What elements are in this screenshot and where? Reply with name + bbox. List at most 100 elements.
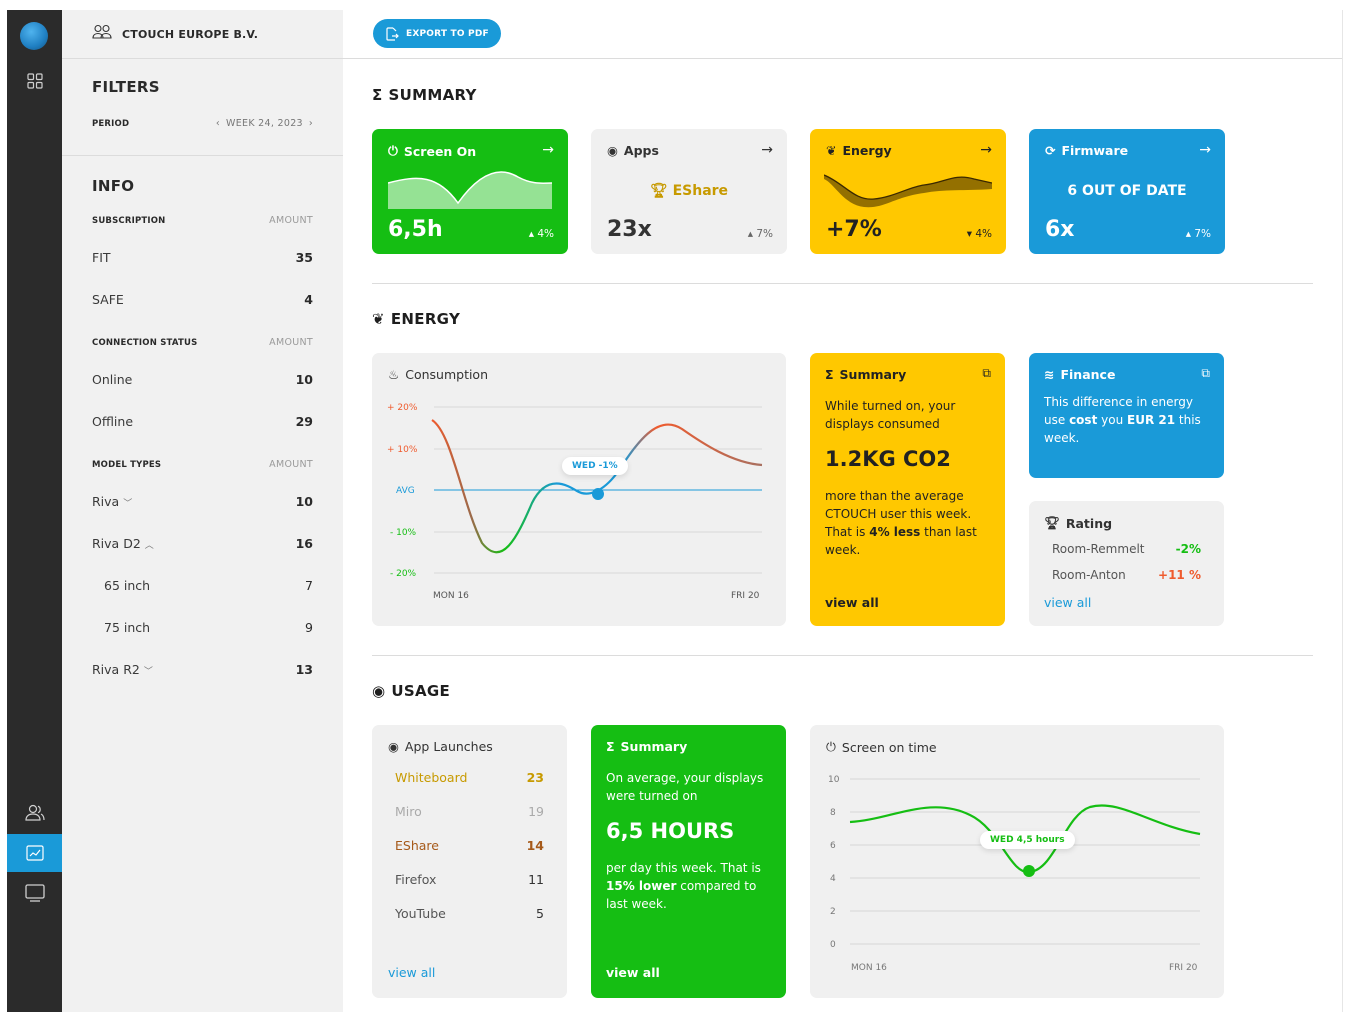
amount-header: AMOUNT xyxy=(269,215,313,226)
period-selector[interactable]: ‹ WEEK 24, 2023 › xyxy=(216,118,313,129)
external-link-icon[interactable]: ⧉ xyxy=(1201,366,1210,381)
sidebar: CTOUCH EUROPE B.V. FILTERS PERIOD ‹ WEEK… xyxy=(62,10,343,1012)
list-item[interactable]: SAFE 4 xyxy=(92,292,313,307)
item-value: 29 xyxy=(295,414,313,429)
summary-big-value: 1.2KG CO2 xyxy=(825,447,951,471)
card-value: 23x xyxy=(607,217,652,242)
item-label: 75 inch xyxy=(104,620,151,635)
model-item-riva-d2[interactable]: Riva D2 ︿ 16 xyxy=(92,536,313,551)
rating-label: Room-Anton xyxy=(1052,568,1126,582)
app-launch-row[interactable]: Miro 19 xyxy=(395,804,544,819)
sigma-icon: Σ xyxy=(606,739,615,754)
app-name: Whiteboard xyxy=(395,770,468,785)
analytics-icon[interactable] xyxy=(7,834,62,872)
item-value: 4 xyxy=(304,292,313,307)
svg-text:AVG: AVG xyxy=(396,486,415,496)
chevron-right-icon[interactable]: › xyxy=(309,118,313,129)
card-delta: ▴ 7% xyxy=(747,228,773,240)
list-item[interactable]: FIT 35 xyxy=(92,250,313,265)
rating-card: 🏆︎ Rating Room-Remmelt -2% Room-Anton +11… xyxy=(1029,501,1224,626)
users-icon[interactable] xyxy=(7,794,62,832)
export-pdf-button[interactable]: EXPORT TO PDF xyxy=(373,19,501,48)
item-value: 9 xyxy=(305,620,313,635)
section-divider xyxy=(372,655,1313,656)
card-title: Screen On xyxy=(403,143,477,159)
app-name: YouTube xyxy=(395,906,446,921)
apps-card[interactable]: ◉ Apps → 🏆︎ EShare 23x ▴ 7% xyxy=(591,129,787,254)
screen-time-card: ⏻ Screen on time 10 8 6 4 2 0 MON 16 FRI … xyxy=(810,725,1224,998)
view-all-link[interactable]: view all xyxy=(825,595,879,610)
arrow-right-icon[interactable]: → xyxy=(1199,142,1211,158)
chevron-down-icon[interactable]: ﹀ xyxy=(144,667,153,677)
screen-time-chart: 10 8 6 4 2 0 MON 16 FRI 20 xyxy=(828,775,1201,973)
trophy-icon: 🏆︎ xyxy=(1044,515,1060,530)
svg-text:+ 20%: + 20% xyxy=(387,403,418,413)
chevron-left-icon[interactable]: ‹ xyxy=(216,118,220,129)
view-all-link[interactable]: view all xyxy=(388,965,435,980)
card-title: Rating xyxy=(1065,515,1113,531)
rating-value: -2% xyxy=(1175,542,1201,556)
chevron-up-icon[interactable]: ︿ xyxy=(145,541,154,551)
energy-sparkline xyxy=(824,174,992,208)
section-divider xyxy=(372,283,1313,284)
app-launch-row[interactable]: Whiteboard 23 xyxy=(395,770,544,785)
app-launch-row[interactable]: YouTube 5 xyxy=(395,906,544,921)
list-item[interactable]: Online 10 xyxy=(92,372,313,387)
summary-detail: per day this week. That is 15% lower com… xyxy=(606,861,761,911)
org-header[interactable]: CTOUCH EUROPE B.V. xyxy=(62,10,343,59)
card-delta: ▴ 4% xyxy=(528,228,554,240)
arrow-right-icon[interactable]: → xyxy=(542,142,554,158)
card-title: Energy xyxy=(842,143,892,158)
refresh-icon: ⟳ xyxy=(1045,143,1056,158)
firmware-card[interactable]: ⟳ Firmware → 6 OUT OF DATE 6x ▴ 7% xyxy=(1029,129,1225,254)
dashboard-grid-icon[interactable] xyxy=(7,62,62,100)
gamepad-icon: ◉ xyxy=(372,682,386,700)
app-launch-row[interactable]: EShare 14 xyxy=(395,838,544,853)
consumption-marker-label: WED -1% xyxy=(562,457,628,475)
svg-text:6: 6 xyxy=(830,841,836,851)
app-logo[interactable] xyxy=(20,22,48,50)
item-label: FIT xyxy=(92,250,111,265)
model-item-riva-r2[interactable]: Riva R2 ﹀ 13 xyxy=(92,662,313,677)
item-label: Riva R2 xyxy=(92,662,140,677)
svg-text:- 10%: - 10% xyxy=(390,528,417,538)
card-value: +7% xyxy=(826,217,882,242)
top-bar: EXPORT TO PDF xyxy=(343,10,1343,59)
summary-text: While turned on, your displays consumed xyxy=(825,399,956,431)
finance-card: ≋ Finance ⧉ This difference in energy use… xyxy=(1029,353,1224,478)
view-all-link[interactable]: view all xyxy=(1044,595,1091,610)
rating-row[interactable]: Room-Anton +11 % xyxy=(1052,568,1201,582)
sigma-icon: Σ xyxy=(372,86,383,104)
card-title: Finance xyxy=(1060,367,1116,382)
model-subitem[interactable]: 75 inch 9 xyxy=(104,620,313,635)
amount-header: AMOUNT xyxy=(269,459,313,470)
chevron-down-icon[interactable]: ﹀ xyxy=(123,499,132,509)
arrow-right-icon[interactable]: → xyxy=(761,142,773,158)
connection-status-header: CONNECTION STATUS xyxy=(92,337,198,348)
model-item-riva[interactable]: Riva ﹀ 10 xyxy=(92,494,313,509)
display-icon[interactable] xyxy=(7,874,62,912)
card-delta: ▴ 7% xyxy=(1185,228,1211,240)
nav-rail xyxy=(7,10,62,1012)
section-title-text: SUMMARY xyxy=(388,86,477,104)
external-link-icon[interactable]: ⧉ xyxy=(982,366,991,381)
screen-on-card[interactable]: ⏻ Screen On → 6,5h ▴ 4% xyxy=(372,129,568,254)
sigma-icon: Σ xyxy=(825,367,834,382)
energy-card[interactable]: ❦ Energy → +7% ▾ 4% xyxy=(810,129,1006,254)
app-count: 5 xyxy=(536,906,544,921)
svg-text:+ 10%: + 10% xyxy=(387,445,418,455)
arrow-right-icon[interactable]: → xyxy=(980,142,992,158)
card-value: 6x xyxy=(1045,217,1075,242)
card-title: Summary xyxy=(839,367,907,382)
filters-title: FILTERS xyxy=(92,78,160,96)
list-item[interactable]: Offline 29 xyxy=(92,414,313,429)
item-value: 10 xyxy=(295,494,313,509)
item-value: 10 xyxy=(295,372,313,387)
view-all-link[interactable]: view all xyxy=(606,965,660,980)
card-title: App Launches xyxy=(404,739,493,754)
amount-header: AMOUNT xyxy=(269,337,313,348)
model-subitem[interactable]: 65 inch 7 xyxy=(104,578,313,593)
app-launch-row[interactable]: Firefox 11 xyxy=(395,872,544,887)
svg-text:2: 2 xyxy=(830,907,836,917)
rating-row[interactable]: Room-Remmelt -2% xyxy=(1052,542,1201,556)
